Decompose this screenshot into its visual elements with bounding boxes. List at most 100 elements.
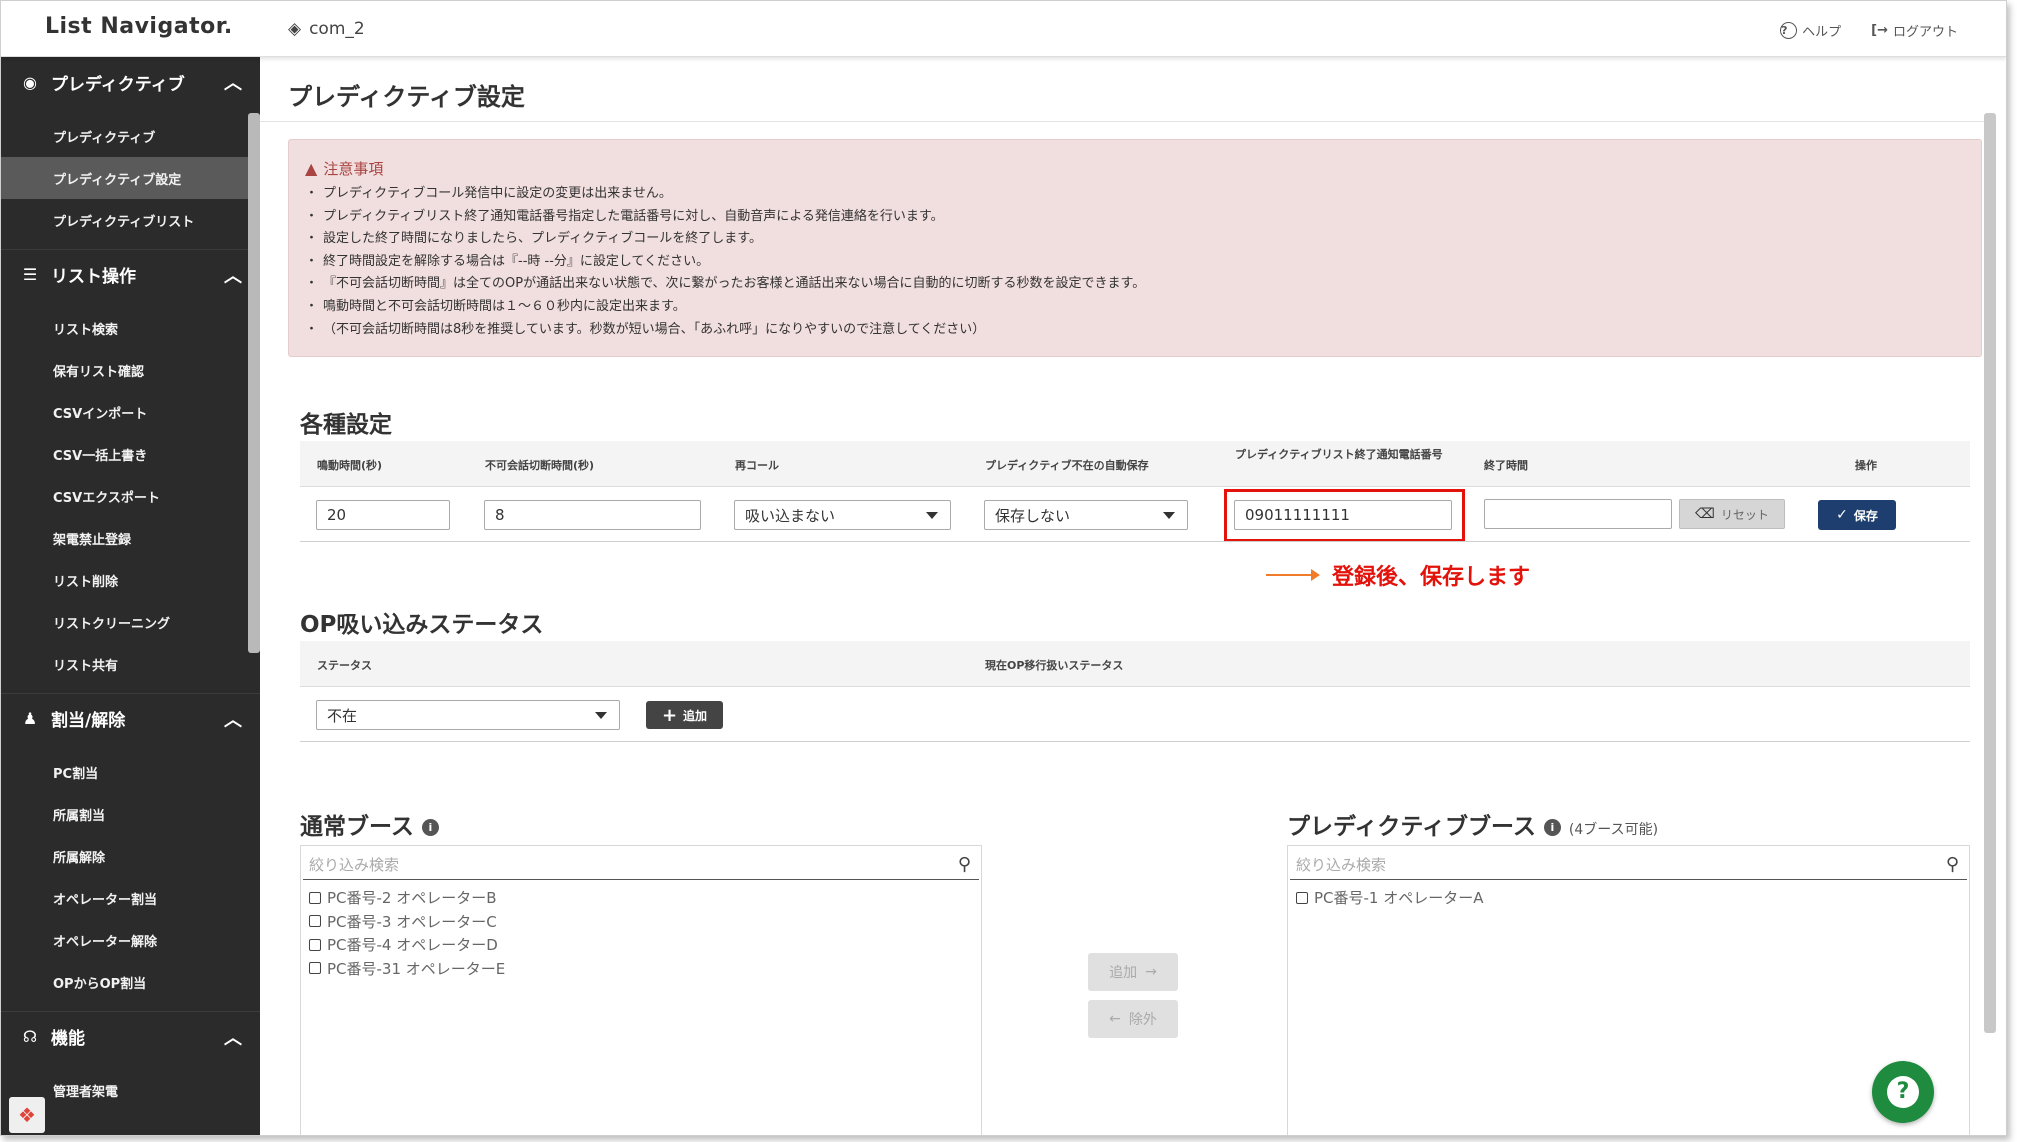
remove-from-predictive-button[interactable]: ← 除外: [1088, 1000, 1178, 1038]
recall-select-value: 吸い込まない: [745, 507, 836, 525]
chevron-up-icon[interactable]: ︿: [224, 69, 242, 95]
chevron-up-icon[interactable]: ︿: [224, 1024, 242, 1050]
checkbox[interactable]: [309, 891, 321, 904]
add-status-button[interactable]: + 追加: [646, 701, 723, 729]
end-time-input[interactable]: [1484, 499, 1672, 529]
op-status-title: OP吸い込みステータス: [300, 612, 544, 638]
sidebar-section-2[interactable]: ♟ 割当/解除 ︿: [1, 693, 260, 743]
sidebar: ◉ プレディクティブ ︿ プレディクティブ プレディクティブ設定 プレディクティブリスト ☰…: [1, 57, 260, 1135]
sidebar-item[interactable]: プレディクティブリスト: [1, 199, 260, 241]
main-scrollbar[interactable]: [1984, 113, 1996, 1033]
cut-time-input[interactable]: [484, 500, 701, 530]
op-status-row-divider: [300, 741, 1970, 742]
col-end-time: 終了時間: [1484, 459, 1528, 472]
sidebar-item[interactable]: PC割当: [1, 751, 260, 793]
sidebar-item[interactable]: プレディクティブ: [1, 115, 260, 157]
reset-button[interactable]: ⌫ リセット: [1679, 499, 1785, 529]
sidebar-section-3[interactable]: ☊ 機能 ︿: [1, 1011, 260, 1061]
booth-list-item[interactable]: PC番号-31 オペレーターE: [309, 957, 505, 981]
notice-item: 『不可会話切断時間』は全てのOPが通話出来ない状態で、次に繋がったお客様と通話出…: [305, 273, 1965, 296]
ring-time-input[interactable]: [316, 500, 450, 530]
notice-title: ▲ 注意事項: [305, 158, 1965, 179]
sidebar-item[interactable]: プレディクティブ設定: [1, 157, 260, 199]
booth-item-label: PC番号-3 オペレーターC: [327, 912, 497, 931]
booth-list-item[interactable]: PC番号-2 オペレーターB: [309, 886, 505, 910]
sidebar-item[interactable]: リスト共有: [1, 643, 260, 685]
chevron-up-icon[interactable]: ︿: [224, 706, 242, 732]
normal-booth-title: 通常ブース i: [300, 807, 439, 841]
notice-item: 鳴動時間と不可会話切断時間は１～６０秒内に設定出来ます。: [305, 296, 1965, 319]
booth-item-label: PC番号-1 オペレーターA: [1314, 889, 1484, 908]
sidebar-scrollbar[interactable]: [248, 113, 260, 653]
add-to-predictive-button[interactable]: 追加 →: [1088, 953, 1178, 991]
status-select[interactable]: 不在: [316, 700, 620, 730]
recall-select[interactable]: 吸い込まない: [734, 500, 951, 530]
sidebar-section-label: 機能: [51, 1029, 85, 1049]
sidebar-item[interactable]: OPからOP割当: [1, 961, 260, 1003]
op-status-table-header: ステータス 現在OP移行扱いステータス: [300, 641, 1970, 687]
save-button[interactable]: ✓ 保存: [1818, 500, 1896, 530]
checkbox[interactable]: [309, 938, 321, 951]
app-logo[interactable]: List Navigator.: [45, 14, 233, 39]
sidebar-item[interactable]: オペレーター割当: [1, 877, 260, 919]
sidebar-item[interactable]: リスト検索: [1, 307, 260, 349]
broadcast-icon: ◉: [23, 72, 37, 92]
annotation-text: 登録後、保存します: [1332, 565, 1531, 590]
chevron-up-icon[interactable]: ︿: [224, 262, 242, 288]
notice-title-text: 注意事項: [323, 160, 384, 178]
arrow-right-icon: →: [1145, 964, 1157, 980]
caret-down-icon: [1163, 512, 1175, 519]
settings-row-divider: [300, 541, 1970, 542]
booth-list-item[interactable]: PC番号-3 オペレーターC: [309, 910, 505, 934]
sidebar-item[interactable]: CSVインポート: [1, 391, 260, 433]
info-icon[interactable]: i: [1543, 819, 1561, 836]
help-fab-button[interactable]: ?: [1872, 1061, 1934, 1123]
col-current-status: 現在OP移行扱いステータス: [985, 659, 1124, 672]
sidebar-section-label: プレディクティブ: [51, 74, 185, 95]
sidebar-item[interactable]: 架電禁止登録: [1, 517, 260, 559]
booth-list-item[interactable]: PC番号-1 オペレーターA: [1296, 886, 1484, 910]
user-check-icon: ♟: [22, 709, 38, 728]
normal-booth-list: PC番号-2 オペレーターB PC番号-3 オペレーターC PC番号-4 オペレータ…: [309, 886, 505, 980]
col-recall: 再コール: [735, 459, 779, 472]
header-actions: ? ヘルプ [→ ログアウト: [1780, 21, 1958, 40]
normal-booth-search-placeholder: 絞り込み検索: [309, 856, 400, 874]
sidebar-item[interactable]: CSV一括上書き: [1, 433, 260, 475]
checkbox[interactable]: [309, 915, 321, 928]
auto-save-select[interactable]: 保存しない: [984, 500, 1188, 530]
info-icon[interactable]: i: [421, 819, 439, 836]
normal-booth-search-input[interactable]: 絞り込み検索 ⚲: [303, 848, 979, 880]
sidebar-item[interactable]: リスト削除: [1, 559, 260, 601]
sidebar-item[interactable]: リストクリーニング: [1, 601, 260, 643]
sidebar-item[interactable]: 所属解除: [1, 835, 260, 877]
checkbox[interactable]: [1296, 891, 1308, 904]
normal-booth-title-text: 通常ブース: [300, 814, 414, 840]
sidebar-item[interactable]: 所属割当: [1, 793, 260, 835]
booth-item-label: PC番号-31 オペレーターE: [327, 959, 506, 978]
sidebar-section-0[interactable]: ◉ プレディクティブ ︿: [1, 57, 260, 107]
help-link[interactable]: ? ヘルプ: [1780, 21, 1841, 40]
notify-phone-input[interactable]: [1234, 500, 1452, 530]
laravel-icon[interactable]: ❖: [9, 1097, 45, 1133]
notice-item: （不可会話切断時間は8秒を推奨しています。秒数が短い場合、「あふれ呼」になりやす…: [305, 319, 1965, 342]
sidebar-item[interactable]: CSVエクスポート: [1, 475, 260, 517]
title-divider: [260, 121, 1996, 122]
sidebar-section-1[interactable]: ☰ リスト操作 ︿: [1, 249, 260, 299]
sidebar-item[interactable]: オペレーター解除: [1, 919, 260, 961]
search-icon[interactable]: ⚲: [1946, 854, 1959, 875]
check-icon: ✓: [1836, 507, 1848, 523]
search-icon[interactable]: ⚲: [958, 854, 971, 875]
logout-link[interactable]: [→ ログアウト: [1871, 21, 1958, 40]
question-icon: ?: [1887, 1076, 1919, 1108]
checkbox[interactable]: [309, 962, 321, 975]
sign-out-icon: [→: [1871, 23, 1888, 38]
sidebar-section-label: リスト操作: [51, 267, 136, 287]
question-circle-icon: ?: [1780, 22, 1798, 39]
booth-list-item[interactable]: PC番号-4 オペレーターD: [309, 933, 505, 957]
predictive-booth-note: (4ブース可能): [1568, 822, 1659, 838]
predictive-booth-search-input[interactable]: 絞り込み検索 ⚲: [1290, 848, 1967, 880]
col-ring-time: 鳴動時間(秒): [317, 459, 383, 472]
caret-down-icon: [926, 512, 938, 519]
sidebar-item[interactable]: 保有リスト確認: [1, 349, 260, 391]
